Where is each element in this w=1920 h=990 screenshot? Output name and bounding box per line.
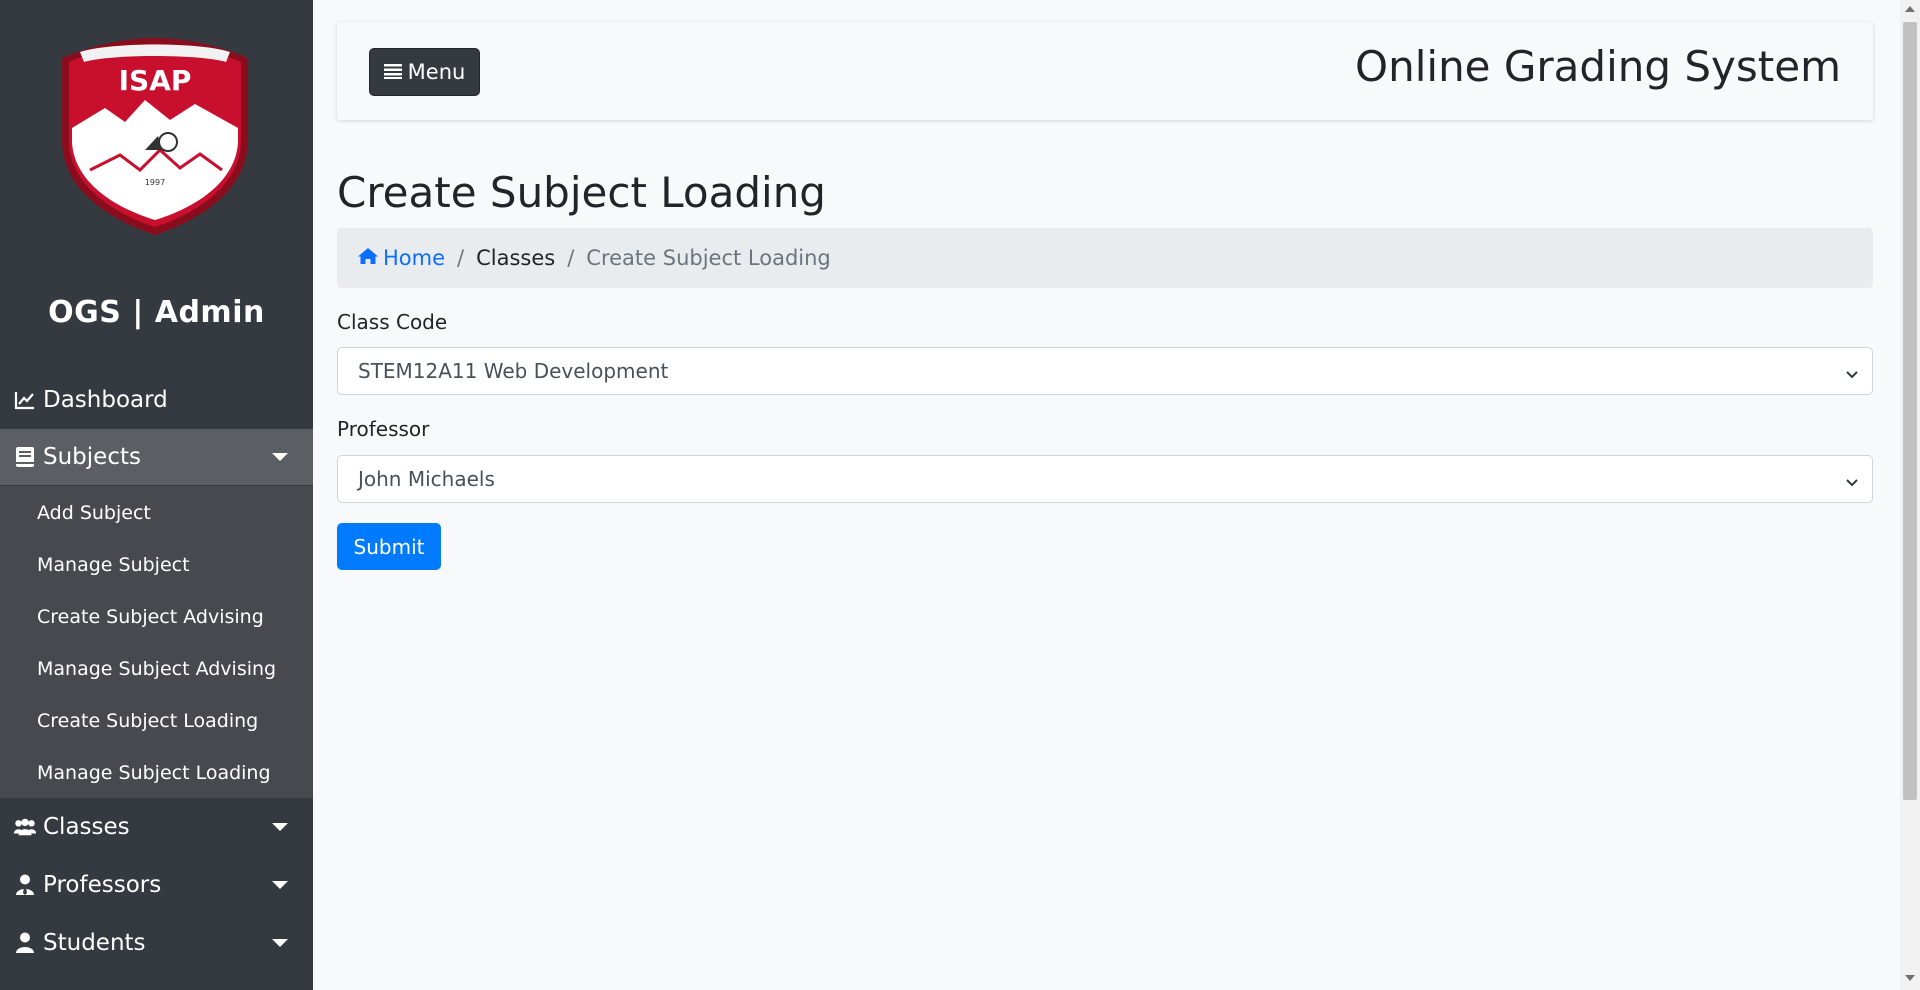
users-icon bbox=[13, 815, 37, 839]
isap-logo: ISAP 1997 bbox=[50, 30, 260, 240]
breadcrumb: Home / Classes / Create Subject Loading bbox=[337, 228, 1873, 288]
breadcrumb-separator: / bbox=[457, 246, 465, 270]
submenu-item-manage-subject-loading[interactable]: Manage Subject Loading bbox=[37, 762, 271, 784]
scroll-thumb[interactable] bbox=[1903, 22, 1917, 800]
top-navbar: Menu Online Grading System bbox=[337, 22, 1873, 120]
caret-down-icon bbox=[272, 453, 288, 461]
menu-toggle-button[interactable]: Menu bbox=[369, 48, 480, 96]
sidebar-item-label: Dashboard bbox=[43, 387, 168, 413]
sidebar-item-students[interactable]: Students bbox=[0, 915, 313, 971]
chevron-down-icon bbox=[1844, 363, 1860, 387]
class-code-label: Class Code bbox=[337, 310, 448, 334]
breadcrumb-classes-link[interactable]: Classes bbox=[476, 246, 555, 270]
logo-year: 1997 bbox=[145, 178, 165, 187]
breadcrumb-separator: / bbox=[567, 246, 575, 270]
scroll-up-arrow-icon[interactable] bbox=[1905, 6, 1915, 12]
page-title: Create Subject Loading bbox=[337, 168, 826, 217]
sidebar-item-professors[interactable]: Professors bbox=[0, 857, 313, 913]
caret-down-icon bbox=[272, 939, 288, 947]
submenu-item-manage-subject-advising[interactable]: Manage Subject Advising bbox=[37, 658, 276, 680]
caret-down-icon bbox=[272, 881, 288, 889]
professor-label: Professor bbox=[337, 417, 430, 441]
submit-button[interactable]: Submit bbox=[337, 523, 441, 570]
home-icon bbox=[357, 246, 379, 270]
professor-value: John Michaels bbox=[358, 467, 495, 491]
chevron-down-icon bbox=[1844, 471, 1860, 495]
sidebar-item-label: Students bbox=[43, 930, 146, 956]
sidebar-item-label: Classes bbox=[43, 814, 130, 840]
logo-text: ISAP bbox=[119, 64, 192, 97]
breadcrumb-home-label: Home bbox=[383, 246, 446, 270]
page-scrollbar[interactable] bbox=[1900, 0, 1920, 990]
chart-line-icon bbox=[13, 388, 37, 412]
app-title: Online Grading System bbox=[1355, 42, 1841, 91]
sidebar-item-dashboard[interactable]: Dashboard bbox=[0, 372, 313, 428]
submenu-item-add-subject[interactable]: Add Subject bbox=[37, 502, 151, 524]
subjects-submenu: Add Subject Manage Subject Create Subjec… bbox=[0, 486, 313, 798]
breadcrumb-home-link[interactable]: Home bbox=[357, 246, 445, 270]
sidebar: ISAP 1997 OGS | Admin Dashboard Subjects… bbox=[0, 0, 313, 990]
sidebar-item-classes[interactable]: Classes bbox=[0, 799, 313, 855]
user-tie-icon bbox=[13, 873, 37, 897]
sidebar-item-subjects[interactable]: Subjects bbox=[0, 429, 313, 485]
scroll-down-arrow-icon[interactable] bbox=[1905, 975, 1915, 981]
book-icon bbox=[13, 445, 37, 469]
breadcrumb-current: Create Subject Loading bbox=[586, 246, 831, 270]
submenu-item-create-subject-loading[interactable]: Create Subject Loading bbox=[37, 710, 258, 732]
sidebar-item-label: Subjects bbox=[43, 444, 141, 470]
professor-select[interactable]: John Michaels bbox=[337, 455, 1873, 503]
menu-label: Menu bbox=[407, 60, 466, 84]
sidebar-item-label: Professors bbox=[43, 872, 162, 898]
sidebar-brand: OGS | Admin bbox=[48, 295, 265, 330]
user-icon bbox=[13, 931, 37, 955]
bars-icon bbox=[383, 60, 402, 84]
class-code-select[interactable]: STEM12A11 Web Development bbox=[337, 347, 1873, 395]
caret-down-icon bbox=[272, 823, 288, 831]
submenu-item-create-subject-advising[interactable]: Create Subject Advising bbox=[37, 606, 264, 628]
submenu-item-manage-subject[interactable]: Manage Subject bbox=[37, 554, 190, 576]
class-code-value: STEM12A11 Web Development bbox=[358, 359, 669, 383]
